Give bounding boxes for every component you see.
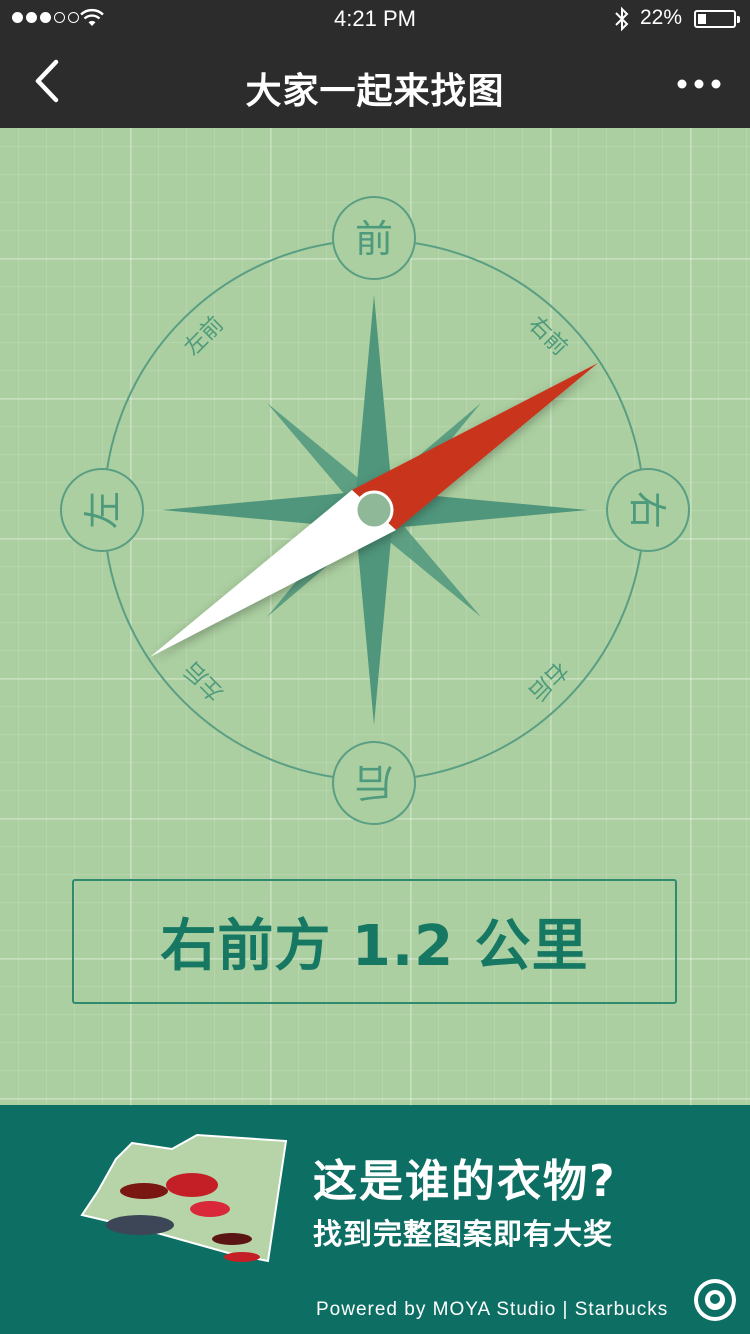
compass: 前 左 右 后 右前 左前 右后 左后 bbox=[60, 196, 690, 825]
page-title: 大家一起来找图 bbox=[245, 71, 505, 112]
status-time: 4:21 PM bbox=[334, 6, 416, 31]
starbucks-logo bbox=[694, 1279, 736, 1321]
promo-footer[interactable]: 这是谁的衣物? 找到完整图案即有大奖 Powered by MOYA Studi… bbox=[0, 1105, 750, 1334]
distance-readout: 右前方 1.2 公里 bbox=[72, 879, 677, 1004]
more-dots-icon[interactable] bbox=[676, 72, 722, 96]
battery-icon bbox=[694, 10, 740, 28]
direction-front-label: 前 bbox=[355, 217, 393, 261]
direction-back-badge: 后 bbox=[332, 741, 416, 825]
promo-headline: 这是谁的衣物? bbox=[313, 1156, 617, 1207]
status-bar: 4:21 PM 22% bbox=[0, 0, 750, 40]
clothing-photo-fragment bbox=[80, 1133, 288, 1263]
direction-left-badge: 左 bbox=[60, 468, 144, 552]
direction-front-left-label: 左前 bbox=[180, 312, 229, 361]
direction-back-left-label: 左后 bbox=[180, 656, 229, 705]
direction-front-badge: 前 bbox=[332, 196, 416, 280]
direction-back-label: 后 bbox=[355, 760, 393, 804]
direction-right-badge: 右 bbox=[606, 468, 690, 552]
powered-by-text: Powered by MOYA Studio | Starbucks bbox=[316, 1299, 669, 1320]
direction-left-label: 左 bbox=[81, 491, 125, 529]
nav-bar: 大家一起来找图 bbox=[0, 40, 750, 128]
battery-percent: 22% bbox=[640, 6, 683, 29]
direction-right-label: 右 bbox=[625, 491, 669, 529]
distance-text: 右前方 1.2 公里 bbox=[160, 914, 589, 979]
bluetooth-icon bbox=[615, 6, 629, 32]
promo-subline: 找到完整图案即有大奖 bbox=[313, 1217, 614, 1251]
needle-pivot bbox=[354, 490, 394, 530]
direction-back-right-label: 右后 bbox=[523, 656, 572, 705]
